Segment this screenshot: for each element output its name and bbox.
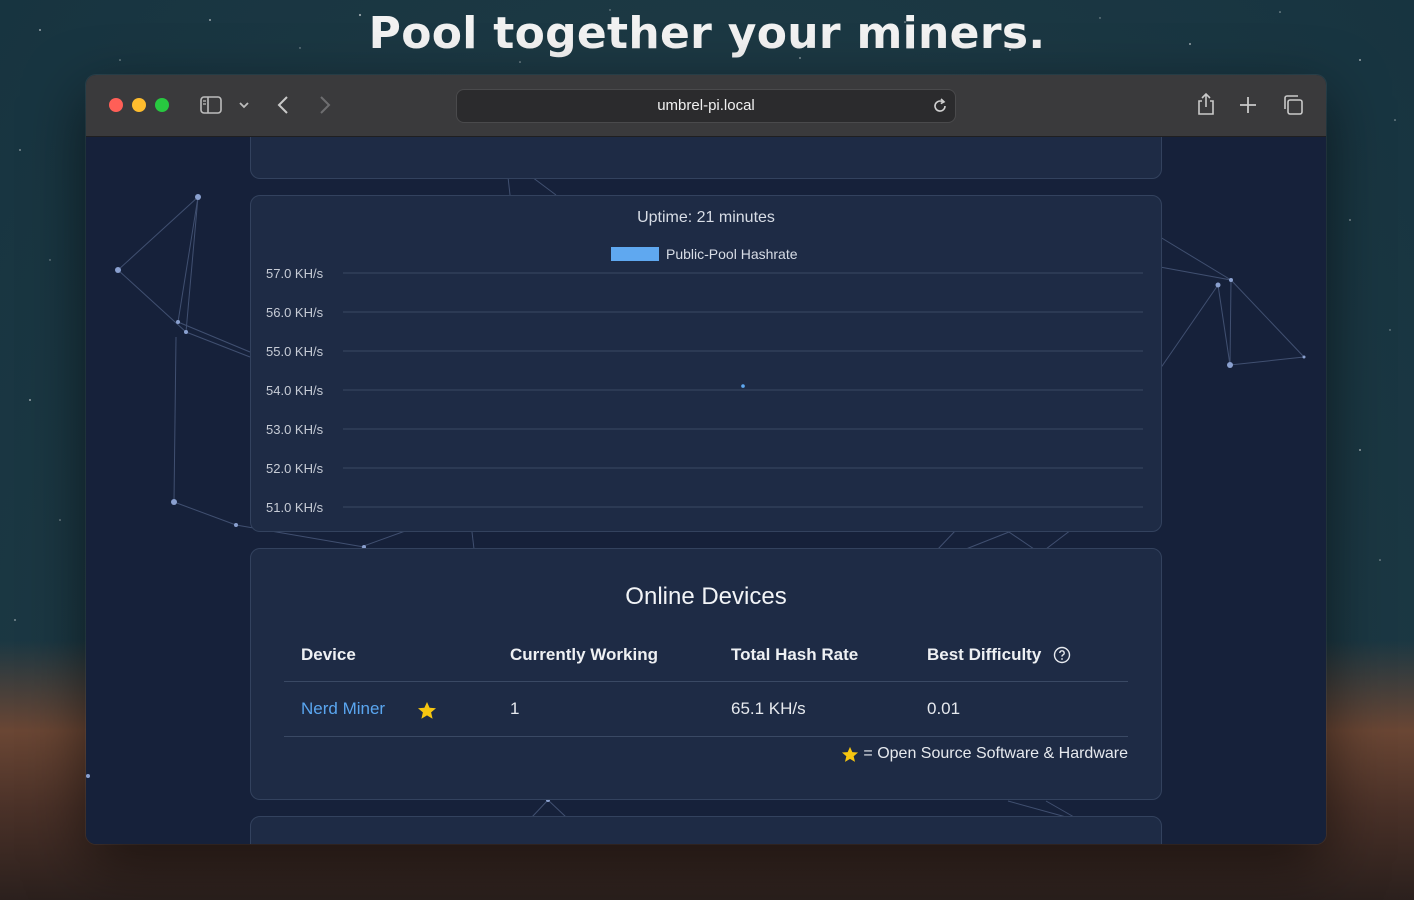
y-tick-label: 54.0 KH/s (266, 383, 324, 398)
open-source-note: = Open Source Software & Hardware (841, 745, 1128, 763)
browser-window: umbrel-pi.local Uptime: 21 minutes Publi… (86, 75, 1326, 844)
headline: Pool together your miners. (368, 8, 1046, 59)
y-tick-label: 51.0 KH/s (266, 500, 324, 515)
browser-toolbar: umbrel-pi.local (86, 75, 1326, 137)
header-divider (284, 681, 1128, 682)
open-source-note-text: = Open Source Software & Hardware (863, 745, 1128, 762)
star-icon (842, 746, 859, 762)
hashrate-data-point[interactable] (741, 384, 745, 388)
online-devices-card: Online Devices Device Currently Working … (250, 548, 1162, 800)
share-icon[interactable] (1196, 92, 1216, 116)
zoom-window-button[interactable] (155, 98, 169, 112)
total-hash-rate-value: 65.1 KH/s (731, 699, 806, 718)
star-icon (418, 702, 436, 719)
difficulty-header-label: Best Difficulty (927, 645, 1042, 664)
tab-overview-icon[interactable] (1282, 94, 1304, 116)
back-icon[interactable] (276, 95, 290, 115)
next-card (250, 816, 1162, 844)
currently-working-value: 1 (510, 699, 520, 718)
column-header-device: Device (301, 645, 356, 664)
minimize-window-button[interactable] (132, 98, 146, 112)
devices-title: Online Devices (625, 583, 787, 610)
y-tick-label: 56.0 KH/s (266, 305, 324, 320)
chevron-down-icon[interactable] (238, 101, 250, 109)
y-tick-label: 52.0 KH/s (266, 461, 324, 476)
question-circle-icon[interactable] (1053, 646, 1071, 664)
device-name-link[interactable]: Nerd Miner (301, 699, 385, 719)
best-difficulty-value: 0.01 (927, 699, 961, 718)
new-tab-icon[interactable] (1239, 96, 1257, 114)
url-text: umbrel-pi.local (657, 97, 755, 114)
forward-icon[interactable] (318, 95, 332, 115)
y-tick-label: 55.0 KH/s (266, 344, 324, 359)
reload-icon[interactable] (931, 97, 949, 115)
address-bar[interactable]: umbrel-pi.local (456, 89, 956, 123)
sidebar-toggle-icon[interactable] (200, 96, 222, 114)
column-header-hashrate: Total Hash Rate (731, 645, 859, 664)
close-window-button[interactable] (109, 98, 123, 112)
hashrate-plot: 57.0 KH/s 56.0 KH/s 55.0 KH/s 54.0 KH/s 53.0… (266, 266, 1143, 515)
previous-card (250, 137, 1162, 179)
row-divider (284, 736, 1128, 737)
column-header-difficulty: Best Difficulty (927, 645, 1071, 665)
column-header-working: Currently Working (510, 645, 658, 664)
page-content: Uptime: 21 minutes Public-Pool Hashrate … (86, 137, 1326, 844)
y-tick-label: 53.0 KH/s (266, 422, 324, 437)
hashrate-chart-card: Uptime: 21 minutes Public-Pool Hashrate … (250, 195, 1162, 532)
y-tick-label: 57.0 KH/s (266, 266, 324, 281)
